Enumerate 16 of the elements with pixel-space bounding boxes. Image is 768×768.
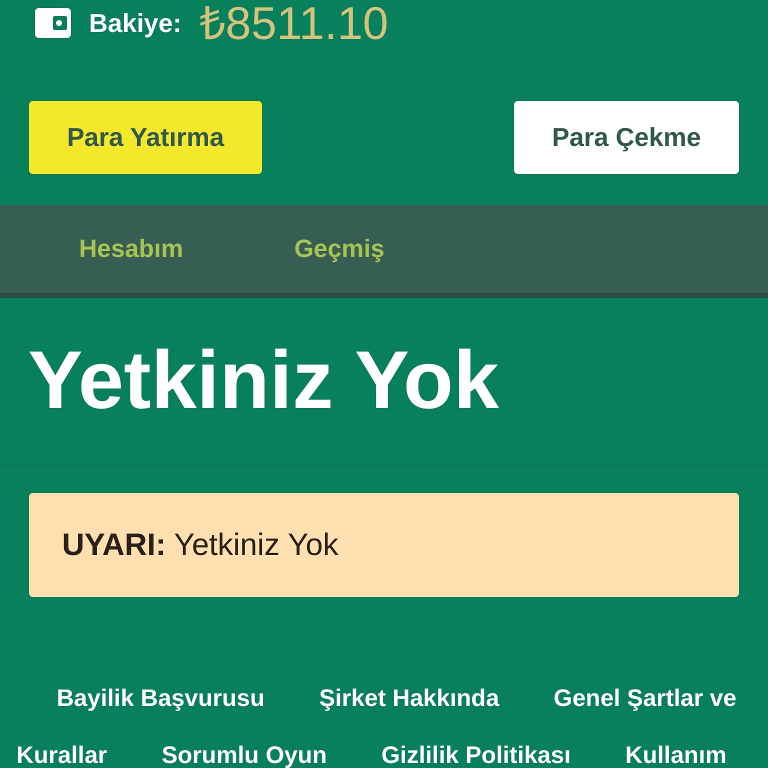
balance-amount: ₺8511.10 — [200, 0, 388, 46]
footer-link[interactable]: Şirket Hakkında — [319, 685, 500, 712]
nav-tab[interactable]: Geçmiş — [294, 234, 385, 264]
balance-label: Bakiye: — [89, 8, 182, 38]
footer-link[interactable]: Gizlilik Politikası — [381, 742, 571, 768]
footer-link[interactable]: Sorumlu Oyun — [162, 742, 327, 768]
footer-link[interactable]: Bayilik Başvurusu — [56, 685, 265, 712]
deposit-button[interactable]: Para Yatırma — [29, 101, 262, 174]
wallet-icon — [35, 8, 71, 38]
page-title: Yetkiniz Yok — [28, 334, 499, 428]
nav-tab[interactable]: Hesabım — [79, 234, 184, 264]
footer-link[interactable]: Kullanım — [625, 742, 727, 768]
footer-link[interactable]: Kurallar — [16, 742, 108, 768]
footer-link[interactable]: Genel Şartlar ve — [554, 685, 736, 712]
withdraw-button[interactable]: Para Çekme — [514, 101, 739, 174]
alert-message: UYARI: Yetkiniz Yok — [62, 527, 338, 563]
